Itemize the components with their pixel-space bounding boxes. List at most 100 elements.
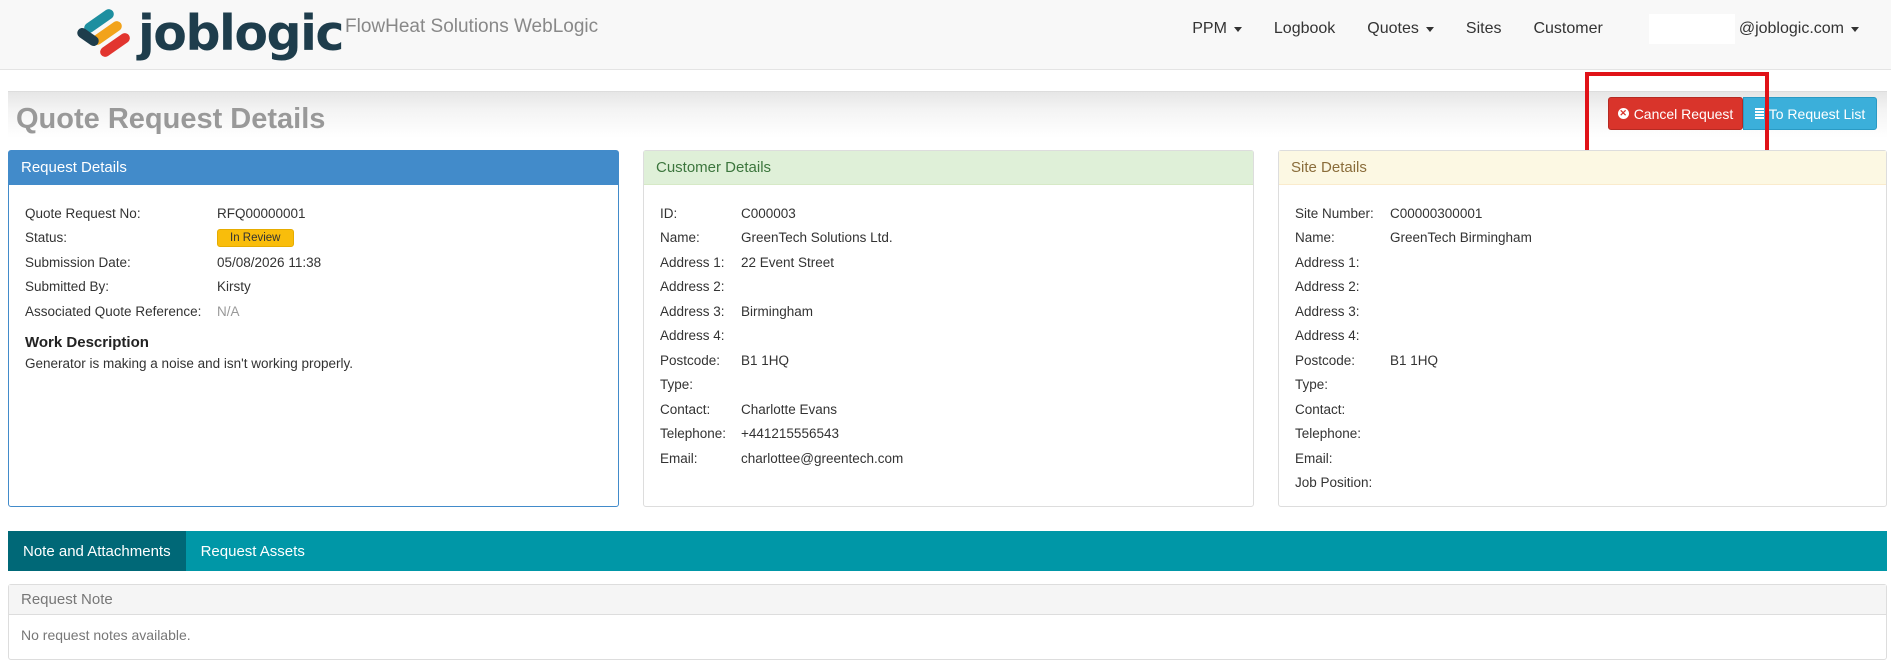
detail-row: ID: C000003 [660, 201, 1253, 226]
detail-row: Address 1: 22 Event Street [660, 250, 1253, 275]
nav-item-label: Quotes [1367, 20, 1419, 37]
detail-row: Contact: Charlotte Evans [660, 397, 1253, 422]
joblogic-logo[interactable]: joblogic [72, 4, 344, 64]
detail-row: Telephone: +441215556543 [660, 422, 1253, 447]
top-navbar: joblogic FlowHeat Solutions WebLogic PPM… [0, 0, 1891, 70]
field-value: C00000300001 [1390, 205, 1483, 221]
field-label: Name: [660, 230, 700, 246]
logo-mark-icon [77, 9, 130, 57]
work-description-text: Generator is making a noise and isn't wo… [25, 355, 353, 371]
detail-row: Submitted By: Kirsty [25, 275, 618, 300]
detail-row: Address 2: [660, 275, 1253, 300]
detail-row: Address 2: [1295, 275, 1886, 300]
field-label: Address 1: [660, 254, 725, 270]
field-label: Postcode: [660, 352, 721, 368]
detail-row: Job Position: [1295, 471, 1886, 496]
app-name: FlowHeat Solutions WebLogic [345, 16, 599, 37]
field-label: Contact: [1295, 401, 1346, 417]
to-request-list-label: To Request List [1768, 105, 1866, 122]
field-label: Type: [1295, 377, 1329, 393]
field-value: B1 1HQ [1390, 352, 1439, 368]
detail-row: Postcode: B1 1HQ [660, 348, 1253, 373]
tab-request-assets[interactable]: Request Assets [186, 531, 320, 571]
nav-item-ppm[interactable]: PPM [1176, 20, 1258, 38]
field-value: +441215556543 [741, 426, 839, 442]
nav-item-label: PPM [1192, 20, 1227, 37]
field-label: Address 2: [1295, 279, 1360, 295]
nav-item-logbook[interactable]: Logbook [1258, 20, 1351, 38]
quote-request-number: RFQ00000001 [217, 205, 306, 221]
user-menu[interactable]: @joblogic.com [1633, 14, 1875, 44]
nav-menu: PPM Logbook Quotes Sites Customer @joblo… [1176, 0, 1891, 58]
field-value: GreenTech Birmingham [1390, 230, 1532, 246]
field-label: ID: [660, 205, 678, 221]
work-description-title: Work Description [25, 333, 149, 351]
field-label: Address 4: [660, 328, 725, 344]
detail-row: Name: GreenTech Solutions Ltd. [660, 226, 1253, 251]
field-label: Status: [25, 230, 68, 246]
field-label: Contact: [660, 401, 711, 417]
site-details-panel: Site Details Site Number: C00000300001 Na… [1278, 150, 1887, 507]
field-label: Quote Request No: [25, 205, 141, 221]
field-value: charlottee@greentech.com [741, 450, 904, 466]
request-note-panel: Request Note No request notes available. [8, 584, 1887, 660]
field-value: C000003 [741, 205, 796, 221]
field-label: Telephone: [660, 426, 727, 442]
submitted-by: Kirsty [217, 279, 251, 295]
detail-tabs: Note and Attachments Request Assets [8, 531, 1887, 571]
field-label: Address 3: [660, 303, 725, 319]
field-value: B1 1HQ [741, 352, 790, 368]
detail-row: Address 4: [660, 324, 1253, 349]
field-label: Type: [660, 377, 694, 393]
page-title: Quote Request Details [16, 103, 326, 135]
request-note-heading: Request Note [9, 585, 1886, 615]
detail-row: Telephone: [1295, 422, 1886, 447]
field-label: Address 2: [660, 279, 725, 295]
field-value: Birmingham [741, 303, 814, 319]
field-value: GreenTech Solutions Ltd. [741, 230, 893, 246]
field-label: Postcode: [1295, 352, 1356, 368]
detail-row: Type: [1295, 373, 1886, 398]
detail-row: Address 4: [1295, 324, 1886, 349]
detail-row: Postcode: B1 1HQ [1295, 348, 1886, 373]
detail-row: Email: [1295, 446, 1886, 471]
nav-item-quotes[interactable]: Quotes [1351, 20, 1450, 38]
field-label: Address 3: [1295, 303, 1360, 319]
user-name-redacted [1648, 14, 1735, 44]
detail-row: Type: [660, 373, 1253, 398]
caret-down-icon [1425, 26, 1434, 32]
field-label: Job Position: [1295, 475, 1373, 491]
detail-row: Associated Quote Reference: N/A [25, 299, 618, 324]
customer-details-panel: Customer Details ID: C000003 Name: GreenTe… [643, 150, 1254, 507]
nav-item-customer[interactable]: Customer [1517, 20, 1618, 38]
field-label: Email: [1295, 450, 1333, 466]
field-label: Name: [1295, 230, 1335, 246]
panel-heading: Request Details [9, 151, 618, 185]
detail-row: Submission Date: 05/08/2026 11:38 [25, 250, 618, 275]
caret-down-icon [1233, 26, 1242, 32]
field-label: Telephone: [1295, 426, 1362, 442]
field-label: Submission Date: [25, 254, 131, 270]
brand-name: joblogic [138, 5, 344, 62]
detail-row: Contact: [1295, 397, 1886, 422]
annotation-highlight-box [1585, 72, 1769, 156]
request-details-panel: Request Details Quote Request No: RFQ0000… [8, 150, 619, 507]
caret-down-icon [1851, 26, 1859, 32]
field-label: Site Number: [1295, 205, 1374, 221]
detail-row: Site Number: C00000300001 [1295, 201, 1886, 226]
submission-date: 05/08/2026 11:38 [217, 254, 322, 270]
nav-item-label: Sites [1465, 20, 1502, 37]
user-email: @joblogic.com [1738, 20, 1844, 37]
status-badge: In Review [217, 228, 294, 247]
detail-row: Quote Request No: RFQ00000001 [25, 201, 618, 226]
associated-quote-reference: N/A [217, 303, 240, 319]
field-label: Email: [660, 450, 698, 466]
field-label: Address 1: [1295, 254, 1360, 270]
detail-row: Email: charlottee@greentech.com [660, 446, 1253, 471]
panel-heading: Site Details [1279, 151, 1886, 185]
field-label: Submitted By: [25, 279, 110, 295]
nav-item-sites[interactable]: Sites [1450, 20, 1518, 38]
tab-note-and-attachments[interactable]: Note and Attachments [8, 531, 186, 571]
request-note-empty-text: No request notes available. [21, 627, 191, 643]
field-value: Charlotte Evans [741, 401, 838, 417]
